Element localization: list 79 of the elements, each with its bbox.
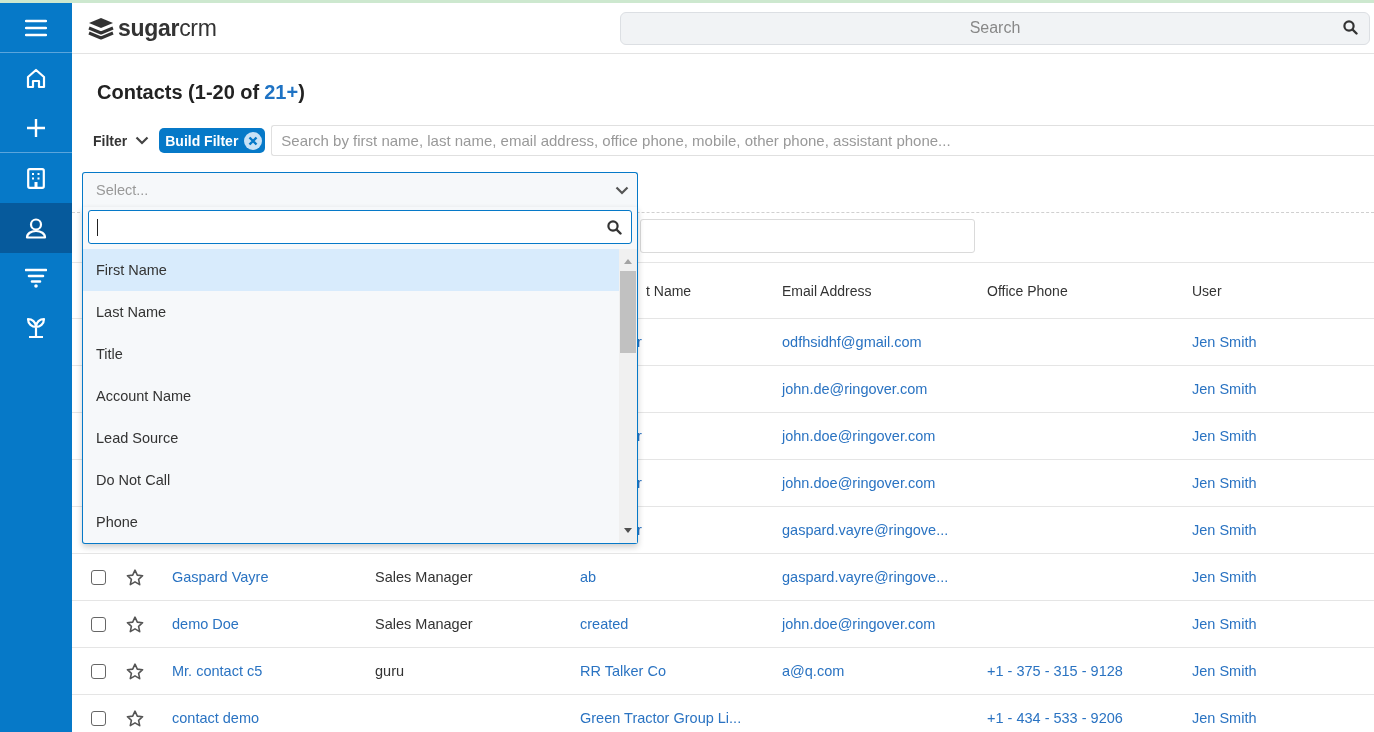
remove-icon[interactable] xyxy=(244,131,263,150)
account-link[interactable]: ab xyxy=(580,569,597,585)
row-checkbox[interactable] xyxy=(91,616,106,632)
user-link[interactable]: Jen Smith xyxy=(1192,475,1257,491)
phone-link[interactable]: +1 - 434 - 533 - 9206 xyxy=(987,710,1123,726)
filter-search-field[interactable]: Search by first name, last name, email address, office phone, mobile, other phone, assistant phone... xyxy=(271,125,1374,156)
page-title: Contacts (1-20 of xyxy=(97,80,260,104)
search-field[interactable] xyxy=(88,210,632,244)
text-cursor xyxy=(97,218,98,236)
dropdown-option[interactable]: Do Not Call xyxy=(83,459,619,501)
account-link[interactable]: RR Talker Co xyxy=(580,663,666,679)
email-link[interactable]: odfhsidhf@gmail.com xyxy=(782,334,922,350)
email-link[interactable]: john.doe@ringover.com xyxy=(782,428,936,444)
contact-name-link[interactable]: demo Doe xyxy=(172,616,239,632)
column-header: Email Address xyxy=(782,282,872,299)
plus-icon xyxy=(26,117,46,138)
account-link[interactable]: r xyxy=(637,522,642,538)
phone-link[interactable]: +1 - 375 - 315 - 9128 xyxy=(987,663,1123,679)
user-link[interactable]: Jen Smith xyxy=(1192,569,1257,585)
table-cell: Sales Manager xyxy=(375,569,473,585)
home-icon xyxy=(26,67,46,89)
search-icon xyxy=(1343,19,1358,35)
favorite-star-icon[interactable] xyxy=(126,615,144,633)
account-link[interactable]: Green Tractor Group Li... xyxy=(580,710,742,726)
user-link[interactable]: Jen Smith xyxy=(1192,381,1257,397)
page-title-end: ) xyxy=(298,80,305,104)
logo-icon xyxy=(88,16,114,40)
building-icon xyxy=(27,167,45,189)
user-link[interactable]: Jen Smith xyxy=(1192,663,1257,679)
dropdown-option[interactable]: Last Name xyxy=(83,291,619,333)
user-link[interactable]: Jen Smith xyxy=(1192,428,1257,444)
account-link[interactable]: r xyxy=(637,334,642,350)
column-header: t Name xyxy=(646,282,692,299)
email-link[interactable]: john.de@ringover.com xyxy=(782,381,928,397)
email-link[interactable]: john.doe@ringover.com xyxy=(782,475,936,491)
email-link[interactable]: gaspard.vayre@ringove... xyxy=(782,569,949,585)
filter-icon xyxy=(25,268,47,288)
user-link[interactable]: Jen Smith xyxy=(1192,334,1257,350)
favorite-star-icon[interactable] xyxy=(126,568,144,586)
row-checkbox[interactable] xyxy=(91,710,106,726)
user-link[interactable]: Jen Smith xyxy=(1192,522,1257,538)
contact-name-link[interactable]: contact demo xyxy=(172,710,260,726)
email-link[interactable]: john.doe@ringover.com xyxy=(782,616,936,632)
dropdown-option[interactable]: Phone xyxy=(83,501,619,543)
build-filter-tag[interactable]: Build Filter xyxy=(159,128,266,153)
person-icon xyxy=(25,217,47,239)
field-select[interactable]: Select... xyxy=(82,172,638,207)
account-link[interactable]: r xyxy=(637,475,642,491)
sprout-icon xyxy=(26,317,46,339)
account-link[interactable]: r xyxy=(637,428,642,444)
sidebar-item[interactable] xyxy=(0,203,72,253)
record-count: 21+ xyxy=(264,80,299,104)
contact-name-link[interactable]: Mr. contact c5 xyxy=(172,663,263,679)
dropdown-option[interactable]: Account Name xyxy=(83,375,619,417)
user-link[interactable]: Jen Smith xyxy=(1192,616,1257,632)
dropdown-option[interactable]: First Name xyxy=(83,249,619,291)
scrollbar[interactable] xyxy=(619,249,637,543)
chevron-down-icon xyxy=(615,185,629,195)
favorite-star-icon[interactable] xyxy=(126,662,144,680)
user-link[interactable]: Jen Smith xyxy=(1192,710,1257,726)
favorite-star-icon[interactable] xyxy=(126,709,144,727)
chevron-down-icon xyxy=(135,136,150,145)
row-checkbox[interactable] xyxy=(91,569,106,585)
dropdown-option[interactable]: Lead Source xyxy=(83,417,619,459)
filter-value-field[interactable] xyxy=(640,219,975,253)
table-cell: Sales Manager xyxy=(375,616,473,632)
table-cell: guru xyxy=(375,663,405,679)
column-header: User xyxy=(1192,282,1222,299)
logo-text: sugarcrm xyxy=(118,14,217,42)
email-link[interactable]: a@q.com xyxy=(782,663,845,679)
contact-name-link[interactable]: Gaspard Vayre xyxy=(172,569,269,585)
filter-dropdown-button[interactable]: Filter xyxy=(93,132,150,149)
search-icon xyxy=(607,219,622,235)
menu-icon xyxy=(25,18,47,37)
account-link[interactable]: created xyxy=(580,616,629,632)
row-checkbox[interactable] xyxy=(91,663,106,679)
email-link[interactable]: gaspard.vayre@ringove... xyxy=(782,522,949,538)
column-header: Office Phone xyxy=(987,282,1068,299)
dropdown-option[interactable]: Title xyxy=(83,333,619,375)
